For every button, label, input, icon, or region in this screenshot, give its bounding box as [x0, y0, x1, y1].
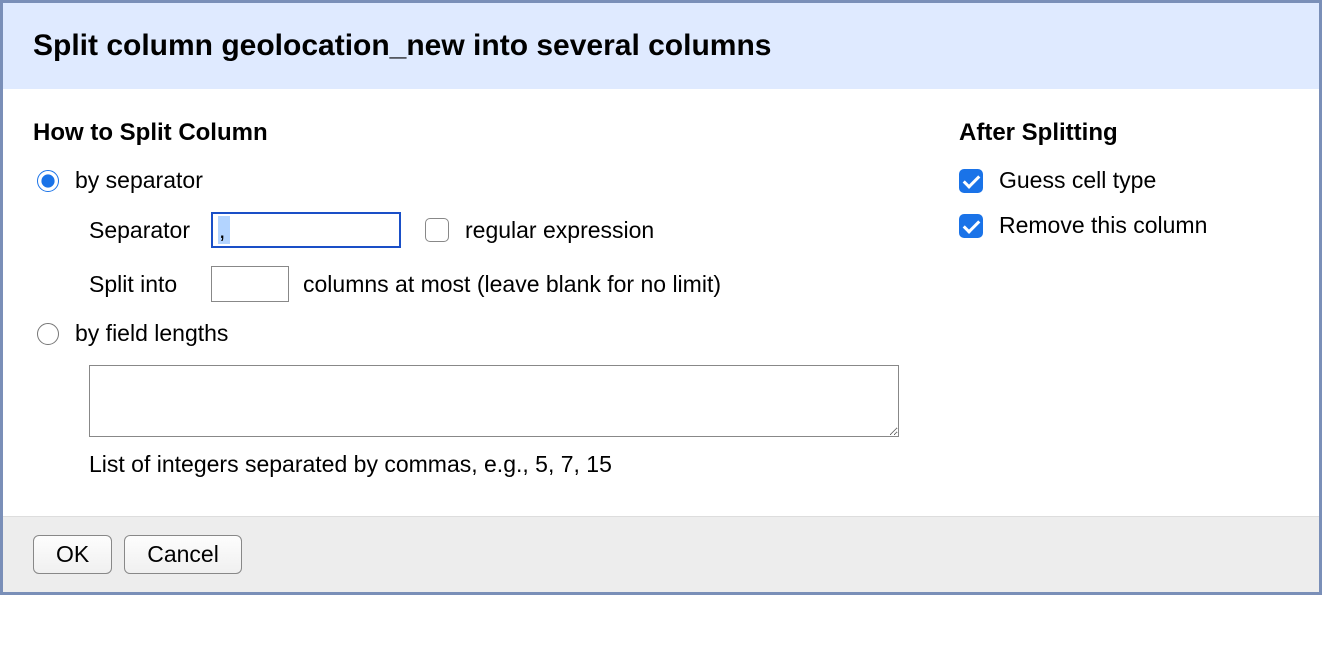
separator-row: Separator regular expression [89, 212, 899, 248]
how-to-split-section: How to Split Column by separator Separat… [33, 119, 899, 496]
after-splitting-heading: After Splitting [959, 119, 1289, 147]
regex-label: regular expression [465, 217, 654, 244]
field-lengths-hint: List of integers separated by commas, e.… [89, 451, 899, 478]
split-into-input[interactable] [211, 266, 289, 302]
dialog-header: Split column geolocation_new into severa… [3, 3, 1319, 89]
dialog-footer: OK Cancel [3, 516, 1319, 592]
cancel-button[interactable]: Cancel [124, 535, 242, 574]
remove-column-row: Remove this column [959, 212, 1289, 239]
guess-cell-type-checkbox[interactable] [959, 169, 983, 193]
dialog-body: How to Split Column by separator Separat… [3, 89, 1319, 516]
split-into-row: Split into columns at most (leave blank … [89, 266, 899, 302]
guess-cell-type-row: Guess cell type [959, 167, 1289, 194]
separator-field-label: Separator [89, 217, 197, 244]
how-to-split-heading: How to Split Column [33, 119, 899, 147]
by-separator-radio[interactable] [37, 170, 59, 192]
remove-column-label: Remove this column [999, 212, 1207, 239]
by-separator-label: by separator [75, 167, 203, 194]
ok-button[interactable]: OK [33, 535, 112, 574]
guess-cell-type-label: Guess cell type [999, 167, 1156, 194]
split-column-dialog: Split column geolocation_new into severa… [0, 0, 1322, 595]
by-separator-row: by separator [37, 167, 899, 194]
by-lengths-label: by field lengths [75, 320, 228, 347]
field-lengths-textarea[interactable] [89, 365, 899, 437]
by-lengths-radio[interactable] [37, 323, 59, 345]
remove-column-checkbox[interactable] [959, 214, 983, 238]
after-splitting-section: After Splitting Guess cell type Remove t… [959, 119, 1289, 496]
split-into-after-text: columns at most (leave blank for no limi… [303, 271, 721, 298]
split-into-label: Split into [89, 271, 197, 298]
by-lengths-row: by field lengths [37, 320, 899, 347]
separator-input[interactable] [211, 212, 401, 248]
dialog-title: Split column geolocation_new into severa… [33, 29, 1289, 63]
regex-checkbox[interactable] [425, 218, 449, 242]
